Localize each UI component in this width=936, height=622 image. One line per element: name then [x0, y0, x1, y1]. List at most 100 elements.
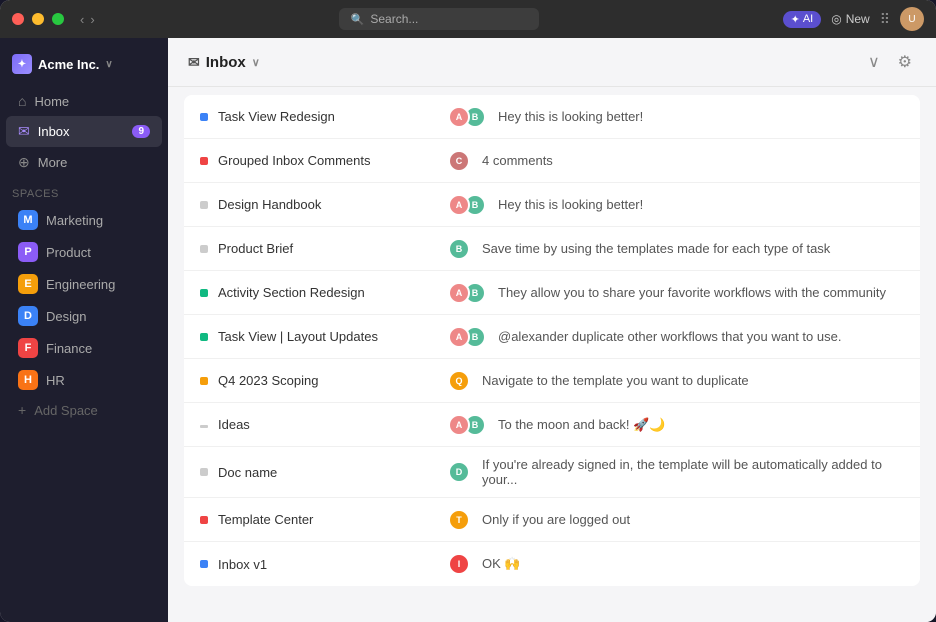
row-title: Activity Section Redesign — [218, 285, 448, 300]
sidebar-item-home[interactable]: ⌂ Home — [6, 86, 162, 116]
marketing-dot: M — [18, 210, 38, 230]
sidebar-item-more[interactable]: ⊕ More — [6, 147, 162, 178]
avatar: I — [448, 553, 470, 575]
sidebar-item-label: HR — [46, 373, 65, 388]
row-indicator — [200, 245, 208, 253]
avatar: A — [448, 282, 470, 304]
row-title: Q4 2023 Scoping — [218, 373, 448, 388]
sidebar-item-design[interactable]: D Design — [6, 300, 162, 332]
sidebar-item-hr[interactable]: H HR — [6, 364, 162, 396]
product-dot: P — [18, 242, 38, 262]
new-label: New — [846, 12, 870, 26]
sidebar-item-marketing[interactable]: M Marketing — [6, 204, 162, 236]
row-message: Hey this is looking better! — [498, 197, 643, 212]
inbox-row[interactable]: Task View | Layout Updates A B @alexande… — [184, 315, 920, 359]
sidebar-item-label: Product — [46, 245, 91, 260]
content-header: ✉ Inbox ∨ ∨ ⚙ — [168, 38, 936, 87]
avatars: B — [448, 238, 464, 260]
inbox-row[interactable]: Activity Section Redesign A B They allow… — [184, 271, 920, 315]
avatars: C — [448, 150, 464, 172]
sidebar-item-product[interactable]: P Product — [6, 236, 162, 268]
spaces-section-label: Spaces — [0, 178, 168, 204]
sidebar-item-engineering[interactable]: E Engineering — [6, 268, 162, 300]
row-title: Template Center — [218, 512, 448, 527]
close-button[interactable] — [12, 13, 24, 25]
row-content: A B Hey this is looking better! — [448, 106, 904, 128]
content-area: ✉ Inbox ∨ ∨ ⚙ Task View Redesign — [168, 38, 936, 622]
row-message: Only if you are logged out — [482, 512, 630, 527]
settings-button[interactable]: ⚙ — [894, 50, 916, 74]
apps-icon[interactable]: ⠿ — [880, 11, 890, 28]
ai-badge[interactable]: ✦ AI — [783, 11, 822, 28]
inbox-row[interactable]: Design Handbook A B Hey this is looking … — [184, 183, 920, 227]
row-indicator — [200, 468, 208, 476]
row-message: To the moon and back! 🚀🌙 — [498, 417, 666, 433]
search-icon: 🔍 — [351, 13, 365, 26]
workspace-icon: ✦ — [12, 54, 32, 74]
row-indicator — [200, 516, 208, 524]
row-content: A B Hey this is looking better! — [448, 194, 904, 216]
more-icon: ⊕ — [18, 154, 30, 171]
inbox-row[interactable]: Ideas A B To the moon and back! 🚀🌙 — [184, 403, 920, 447]
row-indicator — [200, 113, 208, 121]
add-icon: + — [18, 402, 26, 418]
row-title: Ideas — [218, 417, 448, 432]
collapse-button[interactable]: ∨ — [864, 50, 884, 74]
header-actions: ∨ ⚙ — [864, 50, 916, 74]
inbox-title: ✉ Inbox ∨ — [188, 54, 260, 71]
new-button[interactable]: ◎ New — [831, 12, 870, 26]
inbox-header-icon: ✉ — [188, 54, 200, 71]
row-content: Q Navigate to the template you want to d… — [448, 370, 904, 392]
row-title: Grouped Inbox Comments — [218, 153, 448, 168]
row-indicator — [200, 425, 208, 428]
row-message: Save time by using the templates made fo… — [482, 241, 830, 256]
back-icon[interactable]: ‹ — [80, 12, 84, 27]
avatar: T — [448, 509, 470, 531]
maximize-button[interactable] — [52, 13, 64, 25]
inbox-row[interactable]: Product Brief B Save time by using the t… — [184, 227, 920, 271]
titlebar: ‹ › 🔍 Search... ✦ AI ◎ New ⠿ U — [0, 0, 936, 38]
sidebar-item-inbox[interactable]: ✉ Inbox 9 — [6, 116, 162, 147]
inbox-icon: ✉ — [18, 123, 30, 140]
row-content: A B To the moon and back! 🚀🌙 — [448, 414, 904, 436]
add-space-label: Add Space — [34, 403, 98, 418]
avatars: Q — [448, 370, 464, 392]
inbox-row[interactable]: Task View Redesign A B Hey this is looki… — [184, 95, 920, 139]
minimize-button[interactable] — [32, 13, 44, 25]
inbox-row[interactable]: Q4 2023 Scoping Q Navigate to the templa… — [184, 359, 920, 403]
avatar: B — [448, 238, 470, 260]
row-message: @alexander duplicate other workflows tha… — [498, 329, 841, 344]
row-title: Task View Redesign — [218, 109, 448, 124]
avatars: A B — [448, 282, 480, 304]
titlebar-right: ✦ AI ◎ New ⠿ U — [783, 7, 924, 31]
workspace-header[interactable]: ✦ Acme Inc. ∨ — [0, 46, 168, 86]
row-content: T Only if you are logged out — [448, 509, 904, 531]
inbox-row[interactable]: Doc name D If you're already signed in, … — [184, 447, 920, 498]
inbox-row[interactable]: Inbox v1 I OK 🙌 — [184, 542, 920, 586]
avatar: A — [448, 326, 470, 348]
avatars: I — [448, 553, 464, 575]
main-layout: ✦ Acme Inc. ∨ ⌂ Home ✉ Inbox 9 ⊕ More Sp… — [0, 38, 936, 622]
avatar: C — [448, 150, 470, 172]
row-content: D If you're already signed in, the templ… — [448, 457, 904, 487]
row-indicator — [200, 289, 208, 297]
inbox-chevron-icon[interactable]: ∨ — [252, 56, 260, 69]
search-placeholder: Search... — [370, 12, 418, 26]
row-content: B Save time by using the templates made … — [448, 238, 904, 260]
inbox-card: Task View Redesign A B Hey this is looki… — [184, 95, 920, 586]
row-indicator — [200, 157, 208, 165]
user-avatar[interactable]: U — [900, 7, 924, 31]
avatars: A B — [448, 194, 480, 216]
sidebar-item-finance[interactable]: F Finance — [6, 332, 162, 364]
inbox-row[interactable]: Grouped Inbox Comments C 4 comments — [184, 139, 920, 183]
add-space-button[interactable]: + Add Space — [6, 396, 162, 424]
workspace-chevron-icon: ∨ — [105, 59, 112, 70]
inbox-row[interactable]: Template Center T Only if you are logged… — [184, 498, 920, 542]
finance-dot: F — [18, 338, 38, 358]
row-indicator — [200, 560, 208, 568]
search-input[interactable]: 🔍 Search... — [339, 8, 539, 30]
avatar: A — [448, 414, 470, 436]
sidebar-item-label: Marketing — [46, 213, 103, 228]
avatars: A B — [448, 414, 480, 436]
forward-icon[interactable]: › — [90, 12, 94, 27]
